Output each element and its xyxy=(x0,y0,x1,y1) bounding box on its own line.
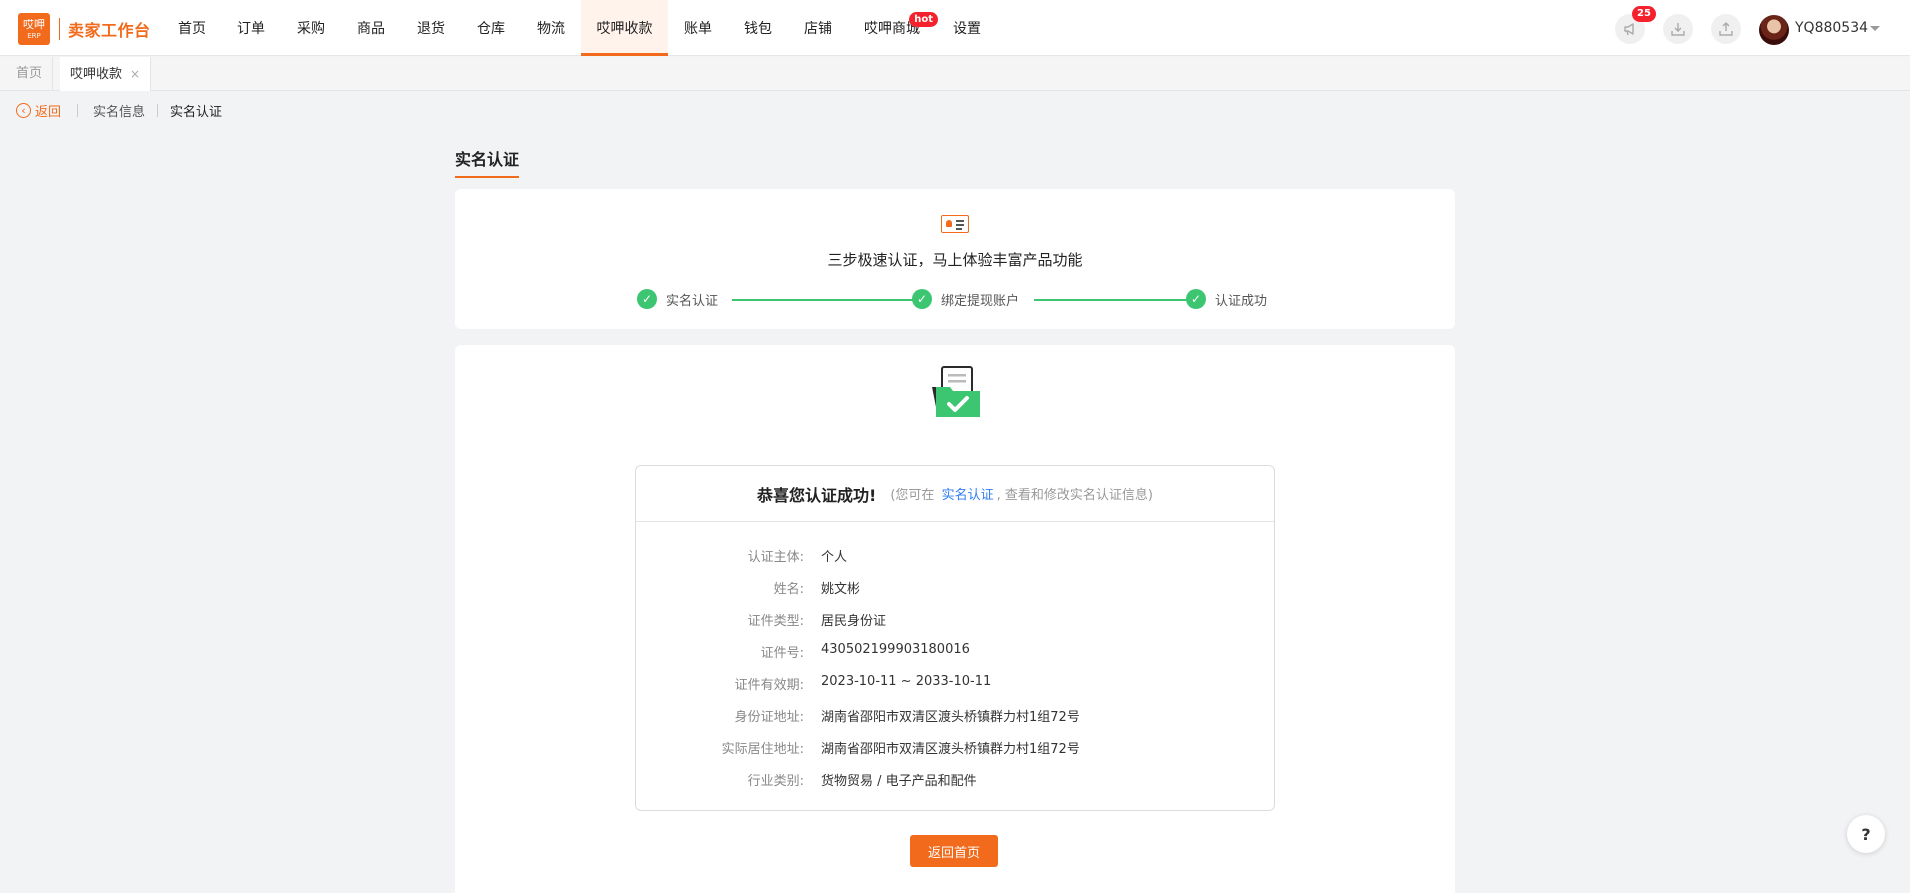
info-row: 证件有效期: 2023-10-11 ~ 2033-10-11 xyxy=(636,674,1276,694)
success-folder-icon xyxy=(932,366,980,417)
field-value: 货物贸易 / 电子产品和配件 xyxy=(821,774,977,789)
hot-badge: hot xyxy=(909,12,938,27)
logo-mark-text: 哎呷 xyxy=(23,17,45,31)
back-link[interactable]: 返回 xyxy=(35,101,61,120)
breadcrumb-item-current: 实名认证 xyxy=(170,104,223,120)
chevron-left-circle-icon[interactable]: ‹ xyxy=(16,102,31,118)
verification-info-box: 恭喜您认证成功! (您可在 实名认证, 查看和修改实名认证信息) 认证主体: 个… xyxy=(635,465,1275,811)
step-3: ✓ 认证成功 xyxy=(1186,289,1267,309)
back-home-button[interactable]: 返回首页 xyxy=(910,835,998,867)
check-circle-icon: ✓ xyxy=(1186,289,1206,309)
nav-item-orders[interactable]: 订单 xyxy=(229,0,273,56)
info-row: 证件类型: 居民身份证 xyxy=(636,610,1276,630)
avatar[interactable] xyxy=(1759,15,1789,45)
info-row: 认证主体: 个人 xyxy=(636,546,1276,566)
help-button[interactable]: ? xyxy=(1847,815,1885,853)
breadcrumb-divider xyxy=(157,103,159,117)
tab-payments-label: 哎呷收款 xyxy=(70,67,123,82)
megaphone-icon xyxy=(1624,23,1634,36)
download-button[interactable] xyxy=(1663,14,1693,44)
nav-item-returns[interactable]: 退货 xyxy=(409,0,453,56)
download-icon xyxy=(1671,23,1685,36)
nav-item-payments[interactable]: 哎呷收款 xyxy=(581,0,668,56)
notification-count-badge: 25 xyxy=(1632,6,1656,22)
logo-mark-subtext: ERP xyxy=(27,31,41,40)
hint-suffix: , 查看和修改实名认证信息) xyxy=(996,488,1153,503)
nav-item-products[interactable]: 商品 xyxy=(349,0,393,56)
steps-heading: 三步极速认证，马上体验丰富产品功能 xyxy=(827,251,1083,269)
nav-item-warehouse[interactable]: 仓库 xyxy=(469,0,513,56)
step-1-label: 实名认证 xyxy=(666,293,719,309)
page-tabs-bar: 首页 哎呷收款 × xyxy=(0,57,1910,91)
info-row: 行业类别: 货物贸易 / 电子产品和配件 xyxy=(636,770,1276,790)
check-circle-icon: ✓ xyxy=(912,289,932,309)
info-row: 姓名: 姚文彬 xyxy=(636,578,1276,598)
field-value: 个人 xyxy=(821,550,848,565)
field-label: 认证主体: xyxy=(747,550,804,565)
nav-item-settings[interactable]: 设置 xyxy=(945,0,989,56)
info-row: 证件号: 430502199903180016 xyxy=(636,642,1276,662)
field-value: 姚文彬 xyxy=(821,582,861,597)
nav-item-wallet[interactable]: 钱包 xyxy=(736,0,780,56)
tab-home[interactable]: 首页 xyxy=(6,57,54,91)
user-menu-chevron-down-icon[interactable] xyxy=(1870,26,1880,31)
tab-payments[interactable]: 哎呷收款 × xyxy=(60,57,152,91)
field-label: 身份证地址: xyxy=(734,710,804,725)
success-hint: (您可在 实名认证, 查看和修改实名认证信息) xyxy=(890,484,1153,503)
field-label: 行业类别: xyxy=(747,774,804,789)
field-label: 证件类型: xyxy=(747,614,804,629)
logo-divider xyxy=(59,18,60,40)
check-circle-icon: ✓ xyxy=(637,289,657,309)
tab-close-icon[interactable]: × xyxy=(130,67,140,81)
breadcrumb: ‹ 返回 实名信息 实名认证 xyxy=(16,100,222,120)
logo-mark: 哎呷 ERP xyxy=(18,13,50,45)
id-card-icon xyxy=(941,215,969,233)
upload-icon xyxy=(1719,22,1733,36)
field-value: 湖南省邵阳市双清区渡头桥镇群力村1组72号 xyxy=(821,742,1080,757)
step-connector xyxy=(1034,299,1189,301)
field-label: 实际居住地址: xyxy=(721,742,804,757)
nav-item-logistics[interactable]: 物流 xyxy=(529,0,573,56)
app-title: 卖家工作台 xyxy=(68,21,151,40)
info-row: 实际居住地址: 湖南省邵阳市双清区渡头桥镇群力村1组72号 xyxy=(636,738,1276,758)
nav-item-mall[interactable]: 哎呷商城 hot xyxy=(862,0,938,56)
hint-prefix: (您可在 xyxy=(890,488,935,503)
success-title: 恭喜您认证成功! xyxy=(757,485,877,505)
field-value: 居民身份证 xyxy=(821,614,887,629)
field-value: 430502199903180016 xyxy=(821,642,970,657)
field-value: 2023-10-11 ~ 2033-10-11 xyxy=(821,674,992,689)
info-row: 身份证地址: 湖南省邵阳市双清区渡头桥镇群力村1组72号 xyxy=(636,706,1276,726)
step-3-label: 认证成功 xyxy=(1215,293,1268,309)
nav-item-purchase[interactable]: 采购 xyxy=(289,0,333,56)
step-connector xyxy=(732,299,915,301)
step-2-label: 绑定提现账户 xyxy=(941,293,1020,309)
result-card: 恭喜您认证成功! (您可在 实名认证, 查看和修改实名认证信息) 认证主体: 个… xyxy=(455,345,1455,893)
app-logo[interactable]: 哎呷 ERP 卖家工作台 xyxy=(18,13,151,45)
field-value: 湖南省邵阳市双清区渡头桥镇群力村1组72号 xyxy=(821,710,1080,725)
nav-item-bills[interactable]: 账单 xyxy=(676,0,720,56)
field-label: 证件号: xyxy=(760,646,804,661)
nav-item-home[interactable]: 首页 xyxy=(170,0,214,56)
breadcrumb-divider xyxy=(77,103,79,117)
realname-link[interactable]: 实名认证 xyxy=(942,488,994,503)
nav-item-store[interactable]: 店铺 xyxy=(796,0,840,56)
export-button[interactable] xyxy=(1711,14,1741,44)
step-2: ✓ 绑定提现账户 xyxy=(912,289,1019,309)
announcement-button[interactable]: 25 xyxy=(1615,6,1656,44)
steps-card: 三步极速认证，马上体验丰富产品功能 ✓ 实名认证 ✓ 绑定提现账户 ✓ 认证成功 xyxy=(455,189,1455,329)
username[interactable]: YQ880534 xyxy=(1795,20,1868,36)
step-1: ✓ 实名认证 xyxy=(637,289,718,309)
top-nav-bar: 哎呷 ERP 卖家工作台 首页 订单 采购 商品 退货 仓库 物流 哎呷收款 账… xyxy=(0,0,1910,56)
page-title: 实名认证 xyxy=(455,146,520,178)
breadcrumb-item-realname-info[interactable]: 实名信息 xyxy=(93,101,145,120)
info-header: 恭喜您认证成功! (您可在 实名认证, 查看和修改实名认证信息) xyxy=(636,466,1274,522)
field-label: 证件有效期: xyxy=(734,678,804,693)
field-label: 姓名: xyxy=(773,582,804,597)
